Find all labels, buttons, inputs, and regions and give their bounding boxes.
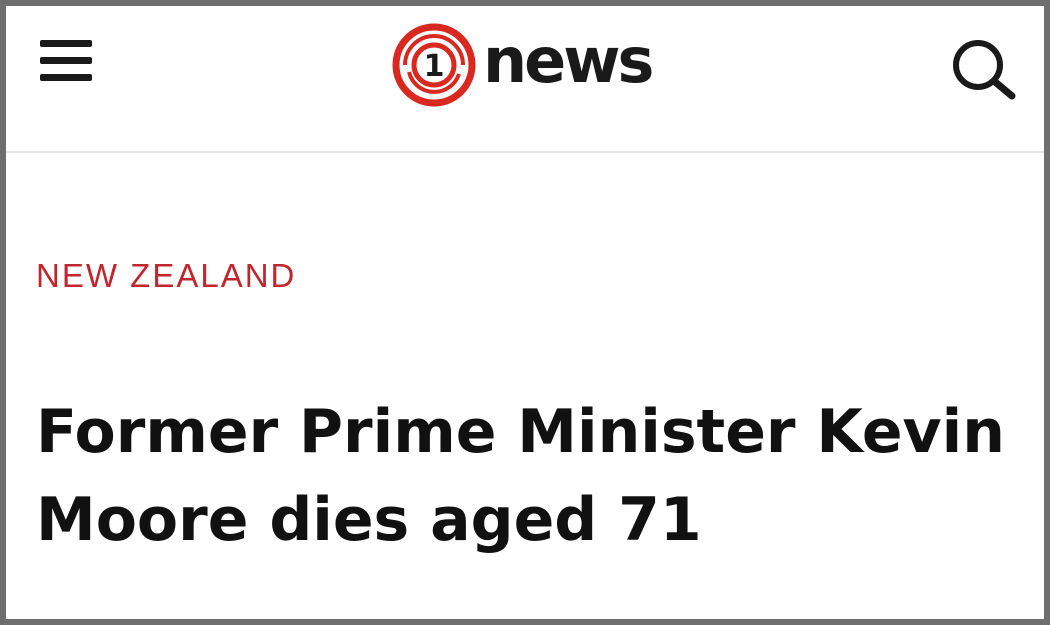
site-header: 1 news xyxy=(6,6,1044,153)
logo-mark-number: 1 xyxy=(424,49,445,84)
search-button[interactable] xyxy=(946,36,1022,102)
hamburger-menu-icon xyxy=(40,40,92,47)
hamburger-bar xyxy=(40,74,92,81)
logo-mark-icon: 1 xyxy=(392,23,476,107)
hamburger-bar xyxy=(40,57,92,64)
site-logo[interactable]: 1 news xyxy=(391,22,681,108)
article-category[interactable]: NEW ZEALAND xyxy=(36,256,296,296)
app-window: 1 news NEW ZEALAND Former Prime Minister… xyxy=(0,0,1050,625)
article-headline: Former Prime Minister Kevin Moore dies a… xyxy=(36,397,1005,555)
search-icon xyxy=(953,40,1016,100)
logo-wordmark: news xyxy=(483,24,654,97)
menu-button[interactable] xyxy=(36,36,100,92)
